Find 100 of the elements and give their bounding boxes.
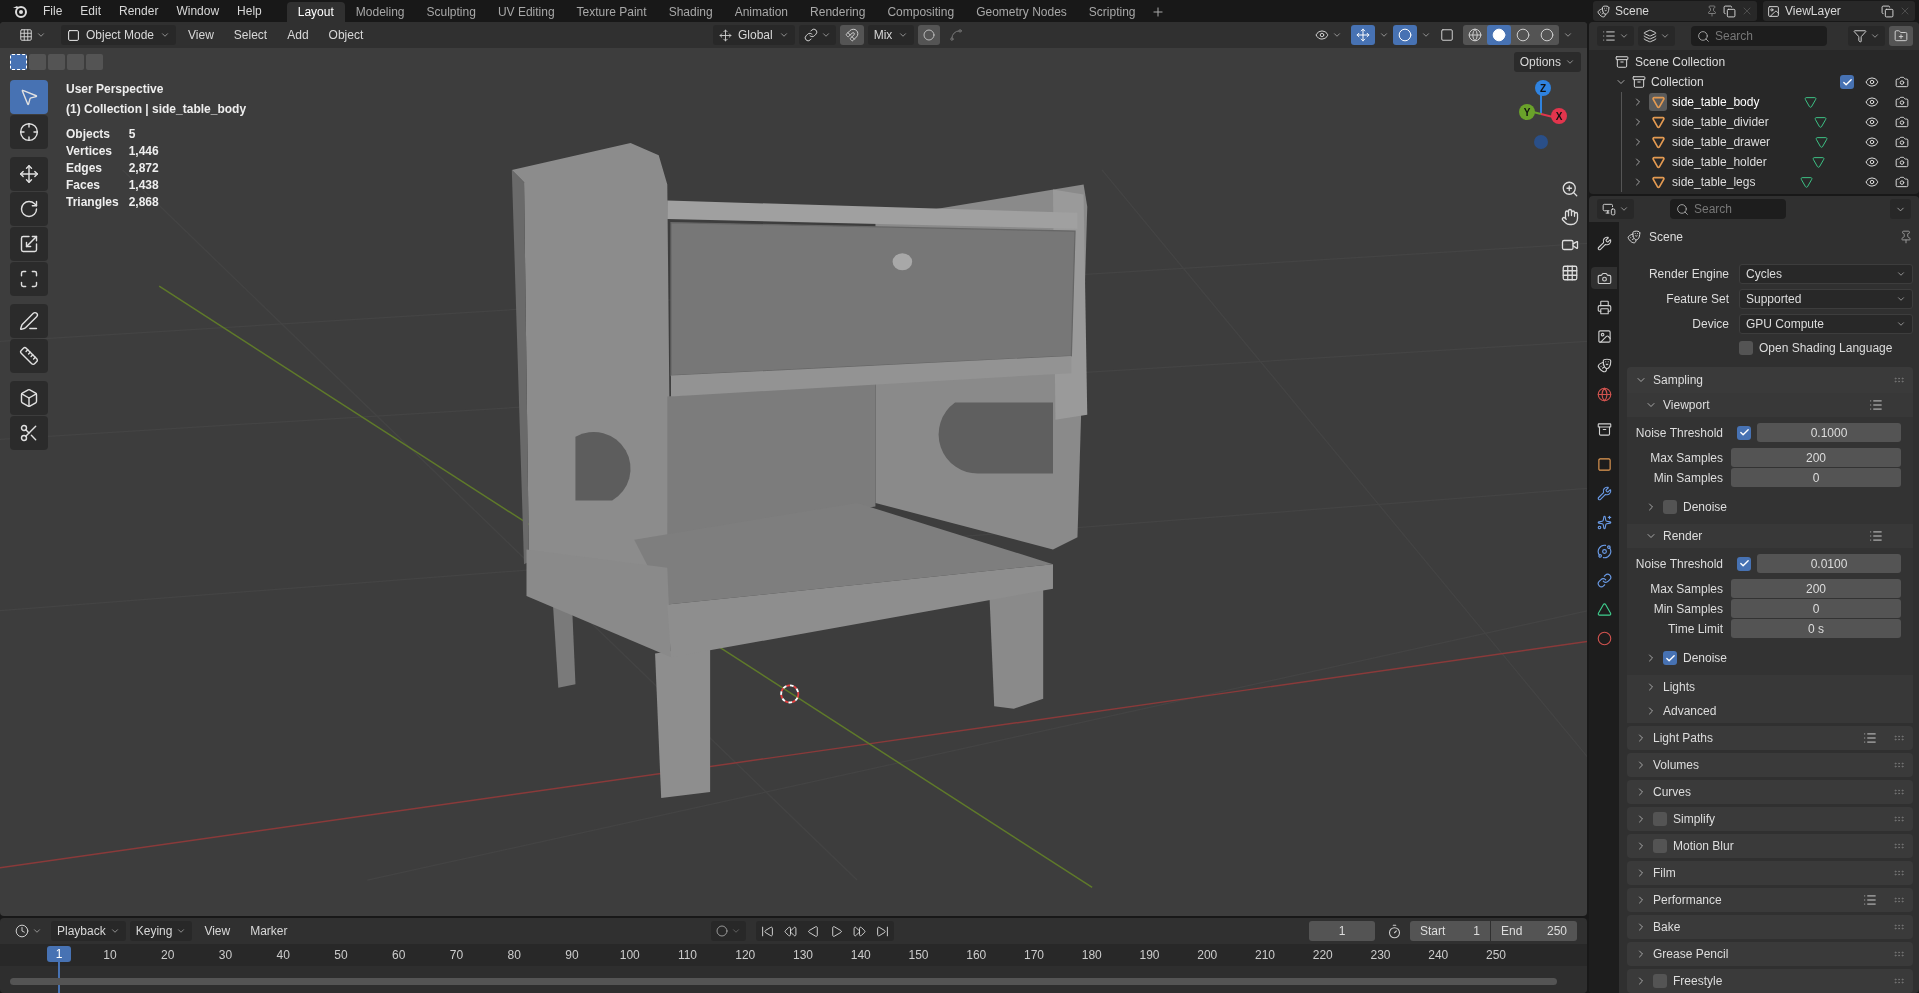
menu-item[interactable]: View (196, 922, 239, 940)
workspace-tab[interactable]: Scripting (1077, 2, 1147, 22)
dropdown[interactable]: Cycles (1739, 264, 1913, 284)
menu-dropdown[interactable]: Playback (51, 921, 126, 941)
menu-item[interactable]: Marker (242, 922, 296, 940)
playhead-frame[interactable]: 1 (47, 946, 71, 962)
view-layer-selector[interactable]: ViewLayer (1763, 1, 1915, 21)
workspace-tab[interactable]: Compositing (876, 2, 966, 22)
panel-title[interactable]: Freestyle (1673, 972, 1723, 990)
outliner-item[interactable]: side_table_legs (1672, 173, 1756, 191)
scene-selector[interactable]: Scene (1593, 1, 1757, 21)
menu-item[interactable]: Edit (71, 0, 111, 22)
menu-item[interactable]: View (180, 26, 222, 44)
number-field[interactable]: 200 (1731, 579, 1901, 598)
frame-tick-label: 170 (1023, 947, 1044, 964)
outliner-item[interactable]: side_table_divider (1672, 113, 1769, 131)
frame-tick-label: 240 (1428, 947, 1449, 964)
field-label: Time Limit (1667, 620, 1724, 638)
axis-handle[interactable]: X (1551, 108, 1567, 124)
stat-value: 2,868 (128, 194, 159, 211)
panel-title[interactable]: Simplify (1673, 810, 1715, 828)
panel-title[interactable]: Film (1653, 864, 1676, 882)
frame-tick-label: 230 (1370, 947, 1391, 964)
current-frame-field[interactable]: 1 (1309, 921, 1375, 941)
stat-label: Edges (66, 160, 103, 177)
active-object-label: (1) Collection | side_table_body (66, 101, 247, 118)
panel-title[interactable]: Volumes (1653, 756, 1700, 774)
frame-tick-label: 80 (507, 947, 521, 964)
options-dropdown[interactable]: Options (1513, 52, 1581, 72)
axis-handle[interactable]: Z (1535, 80, 1551, 96)
panel-title[interactable]: Grease Pencil (1653, 945, 1729, 963)
frame-tick-label: 210 (1254, 947, 1275, 964)
outliner-item[interactable]: Scene Collection (1635, 53, 1726, 71)
dropdown[interactable]: Supported (1739, 289, 1913, 309)
frame-tick-label: 250 (1485, 947, 1506, 964)
workspace-tab[interactable]: Texture Paint (565, 2, 658, 22)
subpanel-title[interactable]: Advanced (1663, 702, 1717, 720)
number-field[interactable]: 0.1000 (1757, 423, 1901, 442)
frame-tick-label: 100 (619, 947, 640, 964)
start-frame-field[interactable]: Start 1 (1410, 921, 1490, 941)
orientation-dropdown[interactable]: Global (712, 25, 795, 45)
subpanel-title[interactable]: Render (1663, 527, 1703, 545)
frame-tick-label: 40 (276, 947, 290, 964)
panel-title[interactable]: Light Paths (1653, 729, 1714, 747)
panel-title[interactable]: Curves (1653, 783, 1691, 801)
menu-item[interactable]: Render (110, 0, 168, 22)
workspace-tab[interactable]: Geometry Nodes (965, 2, 1078, 22)
workspace-tab[interactable]: Layout (286, 2, 345, 22)
mode-dropdown[interactable]: Object Mode (61, 25, 177, 45)
workspace-tab[interactable]: UV Editing (486, 2, 566, 22)
search-field[interactable]: Search (1670, 199, 1786, 219)
menu-item[interactable]: File (34, 0, 72, 22)
subpanel-title[interactable]: Viewport (1663, 396, 1710, 414)
field-label: Min Samples (1652, 469, 1724, 487)
panel-title[interactable]: Sampling (1653, 371, 1704, 389)
number-field[interactable]: 0 (1731, 599, 1901, 618)
outliner-item[interactable]: side_table_body (1672, 93, 1760, 111)
stat-label: Objects (66, 126, 111, 143)
menu-item[interactable]: Help (228, 0, 271, 22)
outliner-item[interactable]: side_table_holder (1672, 153, 1767, 171)
field-label: Feature Set (1665, 291, 1730, 308)
frame-tick-label: 150 (908, 947, 929, 964)
frame-tick-label: 20 (161, 947, 175, 964)
stat-label: Faces (66, 177, 102, 194)
workspace-tab[interactable]: Sculpting (415, 2, 487, 22)
stat-value: 5 (128, 126, 137, 143)
workspace-tab[interactable]: Animation (723, 2, 800, 22)
frame-tick-label: 120 (735, 947, 756, 964)
workspace-tab[interactable]: Shading (657, 2, 724, 22)
number-field[interactable]: 200 (1731, 448, 1901, 467)
panel-title[interactable]: Performance (1653, 891, 1722, 909)
number-field[interactable]: 0 s (1731, 619, 1901, 638)
snap-target-dropdown[interactable]: Mix (867, 25, 915, 45)
menu-dropdown[interactable]: Keying (129, 921, 193, 941)
menu-item[interactable]: Select (225, 26, 276, 44)
panel-title[interactable]: Motion Blur (1673, 837, 1734, 855)
subpanel-title[interactable]: Lights (1663, 678, 1696, 696)
menu-item[interactable]: Window (167, 0, 229, 22)
axis-handle[interactable]: Y (1519, 104, 1535, 120)
outliner-item[interactable]: side_table_drawer (1672, 133, 1771, 151)
frame-tick-label: 50 (334, 947, 348, 964)
end-frame-field[interactable]: End 250 (1491, 921, 1577, 941)
outliner-item[interactable]: Collection (1651, 73, 1704, 91)
workspace-tab[interactable]: Modeling (344, 2, 416, 22)
workspace-tab[interactable]: Rendering (799, 2, 877, 22)
checkbox-label: Denoise (1683, 650, 1728, 667)
search-field[interactable]: Search (1691, 26, 1827, 46)
menu-item[interactable]: Add (279, 26, 317, 44)
field-label: Device (1691, 316, 1730, 333)
frame-tick-label: 180 (1081, 947, 1102, 964)
menu-item[interactable]: Object (320, 26, 372, 44)
field-label: Min Samples (1652, 600, 1724, 618)
frame-tick-label: 10 (103, 947, 117, 964)
context-label: Scene (1649, 229, 1684, 246)
number-field[interactable]: 0 (1731, 468, 1901, 487)
number-field[interactable]: 0.0100 (1757, 554, 1901, 573)
panel-title[interactable]: Bake (1653, 918, 1681, 936)
dropdown[interactable]: GPU Compute (1739, 314, 1913, 334)
frame-tick-label: 130 (792, 947, 813, 964)
stat-label: Triangles (66, 194, 119, 211)
